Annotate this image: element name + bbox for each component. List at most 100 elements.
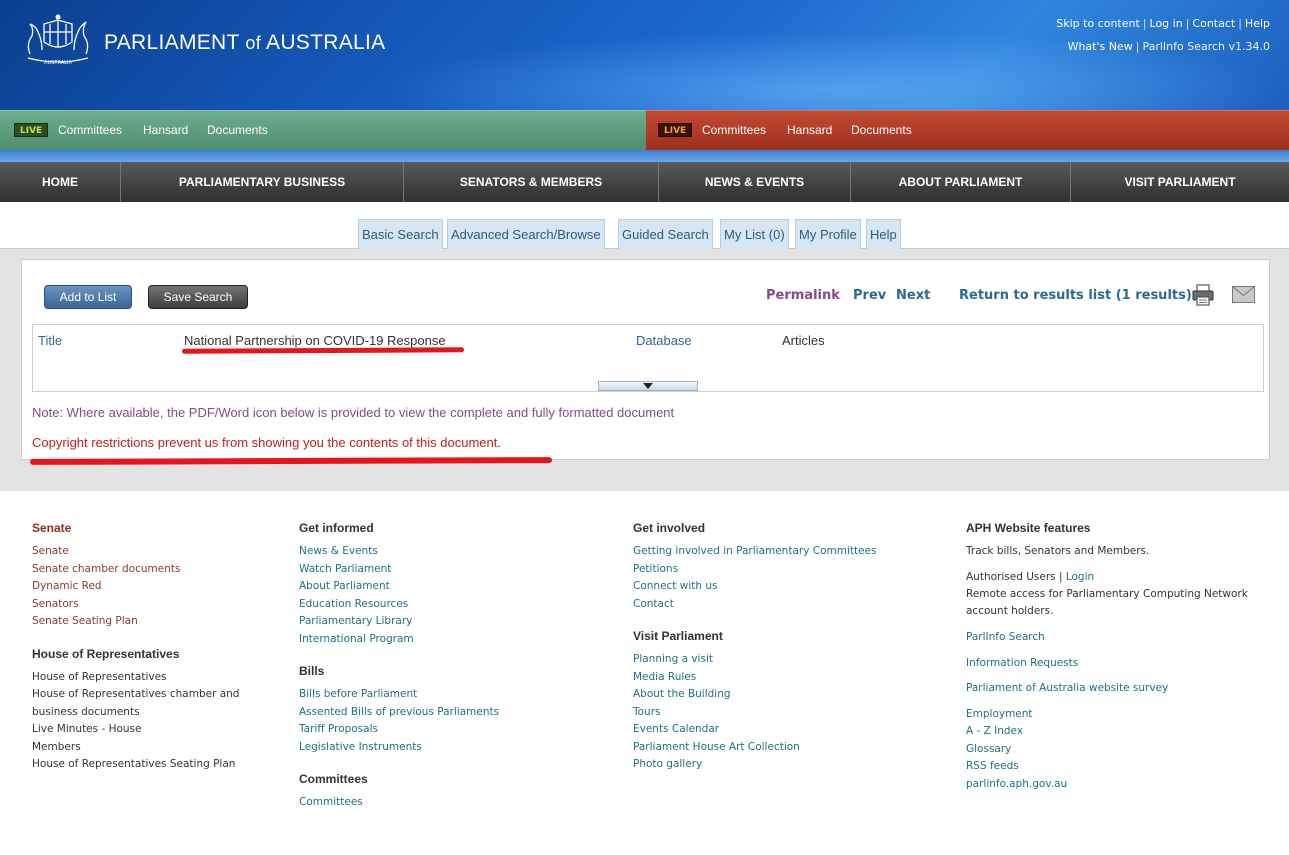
footer-link-info-requests[interactable]: Information Requests [966, 655, 1266, 673]
login-link[interactable]: Log in [1150, 17, 1183, 30]
footer-link-live-minutes[interactable]: Live Minutes - House [32, 721, 239, 739]
footer-house-heading: House of Representatives [32, 646, 180, 661]
contact-link[interactable]: Contact [1192, 17, 1235, 30]
search-tabs: Basic Search Advanced Search/Browse Guid… [0, 213, 1289, 249]
site-title-of: of [245, 33, 262, 53]
nav-about-parliament[interactable]: ABOUT PARLIAMENT [851, 162, 1071, 202]
tab-my-list[interactable]: My List (0) [720, 219, 789, 249]
footer-link-az-index[interactable]: A - Z Index [966, 723, 1266, 741]
footer-link-senators[interactable]: Senators [32, 596, 239, 614]
footer-link-members[interactable]: Members [32, 739, 239, 757]
footer-link-rss[interactable]: RSS feeds [966, 758, 1266, 776]
footer-gap [966, 647, 1266, 655]
footer-col-senate-house: Senate Senate Senate chamber documents D… [32, 521, 239, 774]
footer-link-getting-involved[interactable]: Getting involved in Parliamentary Commit… [633, 543, 877, 561]
footer-link-news-events[interactable]: News & Events [299, 543, 499, 561]
whats-new-link[interactable]: What's New [1068, 40, 1133, 53]
footer-link-parlinfo-domain[interactable]: parlinfo.aph.gov.au [966, 776, 1266, 794]
site-title[interactable]: PARLIAMENT of AUSTRALIA [104, 31, 385, 55]
footer-link-parlinfo-search[interactable]: ParlInfo Search [966, 629, 1266, 647]
footer-link-glossary[interactable]: Glossary [966, 741, 1266, 759]
footer-link-connect[interactable]: Connect with us [633, 578, 877, 596]
return-to-results-link[interactable]: Return to results list (1 results) [959, 288, 1192, 303]
footer-get-involved-heading: Get involved [633, 521, 706, 535]
footer-link-tours[interactable]: Tours [633, 704, 877, 722]
house-live-badge[interactable]: LIVE [658, 123, 693, 137]
save-search-button[interactable]: Save Search [148, 285, 248, 309]
help-link[interactable]: Help [1245, 17, 1270, 30]
senate-committees-link[interactable]: Committees [58, 123, 122, 137]
nav-parliamentary-business[interactable]: PARLIAMENTARY BUSINESS [121, 162, 404, 202]
print-icon[interactable] [1192, 284, 1214, 306]
footer-authorised-label: Authorised Users | [966, 571, 1063, 583]
footer-link-education[interactable]: Education Resources [299, 596, 499, 614]
tab-my-profile[interactable]: My Profile [795, 219, 861, 249]
footer-link-dynamic-red[interactable]: Dynamic Red [32, 578, 239, 596]
result-panel: Add to List Save Search Permalink Prev N… [21, 259, 1270, 460]
footer-link-committees[interactable]: Committees [299, 794, 499, 812]
footer-track-text: Track bills, Senators and Members. [966, 545, 1150, 557]
crest-label: AUSTRALIA [44, 60, 72, 66]
footer-link-house-seating[interactable]: House of Representatives Seating Plan [32, 756, 239, 774]
nav-visit-parliament[interactable]: VISIT PARLIAMENT [1071, 162, 1289, 202]
footer-link-bills-before[interactable]: Bills before Parliament [299, 686, 499, 704]
house-documents-link[interactable]: Documents [851, 123, 912, 137]
footer-link-house-chamber-2[interactable]: business documents [32, 704, 239, 722]
footer-link-assented-bills[interactable]: Assented Bills of previous Parliaments [299, 704, 499, 722]
footer-link-about-parliament[interactable]: About Parliament [299, 578, 499, 596]
skip-to-content-link[interactable]: Skip to content [1056, 17, 1140, 30]
footer-link-employment[interactable]: Employment [966, 706, 1266, 724]
footer-aph-heading: APH Website features [966, 521, 1091, 535]
footer-link-art-collection[interactable]: Parliament House Art Collection [633, 739, 877, 757]
footer-link-about-building[interactable]: About the Building [633, 686, 877, 704]
tab-guided-search[interactable]: Guided Search [618, 219, 713, 249]
house-committees-link[interactable]: Committees [702, 123, 766, 137]
site-title-country: AUSTRALIA [266, 31, 386, 54]
footer-link-international[interactable]: International Program [299, 631, 499, 649]
footer-link-media-rules[interactable]: Media Rules [633, 669, 877, 687]
footer-link-contact[interactable]: Contact [633, 596, 877, 614]
footer-link-senate-seating[interactable]: Senate Seating Plan [32, 613, 239, 631]
nav-news-events[interactable]: NEWS & EVENTS [659, 162, 851, 202]
email-icon[interactable] [1232, 286, 1255, 303]
nav-senators-members[interactable]: SENATORS & MEMBERS [404, 162, 659, 202]
footer-link-survey[interactable]: Parliament of Australia website survey [966, 680, 1266, 698]
expand-details-button[interactable] [598, 381, 698, 391]
prev-link[interactable]: Prev [853, 288, 886, 303]
footer-gap [299, 756, 499, 772]
footer-link-watch-parliament[interactable]: Watch Parliament [299, 561, 499, 579]
chevron-down-icon [643, 383, 653, 389]
coat-of-arms-logo[interactable]: AUSTRALIA [20, 14, 96, 68]
footer-link-tariff[interactable]: Tariff Proposals [299, 721, 499, 739]
senate-live-badge[interactable]: LIVE [14, 123, 49, 137]
footer-link-library[interactable]: Parliamentary Library [299, 613, 499, 631]
nav-spacer [0, 202, 1289, 213]
nav-home[interactable]: HOME [0, 162, 121, 202]
footer-visit-heading: Visit Parliament [633, 629, 723, 643]
footer-link-house-chamber-1[interactable]: House of Representatives chamber and [32, 686, 239, 704]
footer-link-house[interactable]: House of Representatives [32, 669, 239, 687]
footer-link-senate[interactable]: Senate [32, 543, 239, 561]
tab-help[interactable]: Help [866, 219, 901, 249]
site-header: AUSTRALIA PARLIAMENT of AUSTRALIA Skip t… [0, 0, 1289, 110]
footer-link-events-calendar[interactable]: Events Calendar [633, 721, 877, 739]
site-title-main: PARLIAMENT [104, 31, 240, 54]
utility-links: Skip to content | Log in | Contact | Help What… [1056, 17, 1270, 53]
tab-advanced-search[interactable]: Advanced Search/Browse [447, 219, 605, 249]
senate-hansard-link[interactable]: Hansard [143, 123, 188, 137]
footer-gap [299, 648, 499, 664]
footer-login-link[interactable]: Login [1066, 571, 1094, 583]
footer-link-legislative[interactable]: Legislative Instruments [299, 739, 499, 757]
footer-link-senate-chamber-docs[interactable]: Senate chamber documents [32, 561, 239, 579]
footer-link-petitions[interactable]: Petitions [633, 561, 877, 579]
footer-col-involved: Get involved Getting involved in Parliam… [633, 521, 877, 774]
add-to-list-button[interactable]: Add to List [44, 285, 132, 309]
next-link[interactable]: Next [896, 288, 930, 303]
footer-col-informed: Get informed News & Events Watch Parliam… [299, 521, 499, 812]
footer-link-photo-gallery[interactable]: Photo gallery [633, 756, 877, 774]
senate-documents-link[interactable]: Documents [207, 123, 268, 137]
permalink-link[interactable]: Permalink [766, 288, 840, 303]
tab-basic-search[interactable]: Basic Search [358, 219, 443, 249]
footer-link-planning-visit[interactable]: Planning a visit [633, 651, 877, 669]
house-hansard-link[interactable]: Hansard [787, 123, 832, 137]
